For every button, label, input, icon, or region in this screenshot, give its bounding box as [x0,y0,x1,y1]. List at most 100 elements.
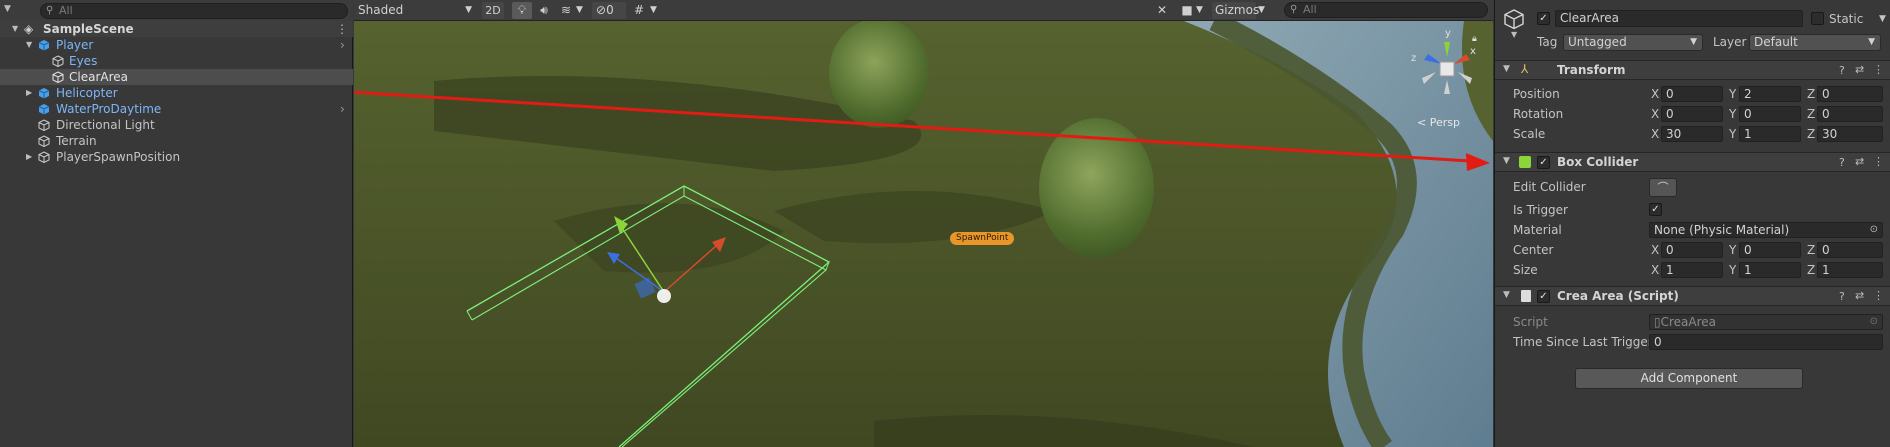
icon-dropdown-arrow-icon[interactable]: ▼ [1511,30,1517,39]
scene-row[interactable]: ▼ ◈ SampleScene ⋮ [0,21,353,37]
preset-icon[interactable]: ⇄ [1855,289,1864,302]
effects-dropdown-arrow-icon[interactable]: ▼ [576,2,588,19]
hierarchy-item-directional-light[interactable]: Directional Light [0,117,353,133]
add-component-button[interactable]: Add Component [1575,368,1803,389]
center-x-field[interactable]: 0 [1661,242,1723,258]
script-enabled-checkbox[interactable]: ✓ [1537,290,1550,303]
hidden-objects-toggle[interactable]: ⊘0 [592,2,626,19]
time-since-last-trigger-field[interactable]: 0 [1649,334,1883,350]
camera-dropdown-arrow-icon[interactable]: ▼ [1196,2,1208,19]
inspector-panel: ▼ ✓ ClearArea Static ▼ Tag Untagged ▼ Lay… [1494,0,1890,447]
foldout-arrow-icon[interactable]: ▼ [1503,290,1510,300]
hierarchy-item-eyes[interactable]: Eyes [0,53,353,69]
material-field[interactable]: None (Physic Material) ⊙ [1649,222,1883,238]
position-y-field[interactable]: 2 [1739,86,1801,102]
chevron-right-icon[interactable]: › [340,37,345,53]
help-icon[interactable]: ? [1839,156,1845,169]
scale-label: Scale [1513,127,1546,141]
rotation-y-field[interactable]: 0 [1739,106,1801,122]
center-z-field[interactable]: 0 [1817,242,1883,258]
edit-collider-button[interactable]: ⌒ [1649,178,1677,197]
gizmos-button[interactable]: Gizmos [1212,2,1259,19]
foldout-arrow-icon[interactable]: ▼ [1503,156,1510,166]
is-trigger-checkbox[interactable]: ✓ [1649,203,1662,216]
script-file-icon [1521,290,1531,302]
box-collider-gizmo[interactable] [354,0,1493,447]
scale-y-field[interactable]: 1 [1739,126,1801,142]
gameobject-cube-icon [52,55,64,67]
layer-dropdown[interactable]: Default ▼ [1749,34,1881,51]
gizmos-dropdown-arrow-icon[interactable]: ▼ [1258,2,1270,19]
scene-menu-icon[interactable]: ⋮ [336,21,348,37]
transform-header[interactable]: ▼ ⅄ Transform ? ⇄ ⋮ [1495,60,1890,80]
expand-arrow-icon[interactable]: ▼ [26,37,32,53]
audio-toggle-icon[interactable]: 🔊︎ [534,2,554,19]
static-checkbox[interactable] [1811,12,1824,25]
help-icon[interactable]: ? [1839,290,1845,303]
rotation-z-field[interactable]: 0 [1817,106,1883,122]
crea-area-script-header[interactable]: ▼ ✓ Crea Area (Script) ? ⇄ ⋮ [1495,286,1890,306]
shading-mode-dropdown[interactable]: Shaded ▼ [358,2,476,19]
hierarchy-item-cleararea[interactable]: ClearArea [0,69,353,85]
axis-z-label: Z [1807,127,1816,141]
scene-name: SampleScene [43,22,134,36]
chevron-right-icon[interactable]: › [340,101,345,117]
search-icon: ⚲ [46,5,54,16]
hierarchy-item-player[interactable]: ▼ Player › [0,37,353,53]
object-name-field[interactable]: ClearArea [1555,10,1803,27]
create-menu-icon[interactable]: ▼ [4,4,11,14]
hierarchy-item-playerspawnposition[interactable]: ▶ PlayerSpawnPosition [0,149,353,165]
scale-z-field[interactable]: 30 [1817,126,1883,142]
scale-x-field[interactable]: 30 [1661,126,1723,142]
hierarchy-item-waterprodaytime[interactable]: WaterProDaytime › [0,101,353,117]
hierarchy-item-label: ClearArea [69,70,128,84]
tag-dropdown[interactable]: Untagged ▼ [1563,34,1703,51]
collapse-arrow-icon[interactable]: ▶ [26,149,32,165]
help-icon[interactable]: ? [1839,64,1845,77]
axis-z-label: Z [1807,107,1816,121]
lighting-toggle-icon[interactable]: 💡︎ [512,2,532,19]
tools-icon[interactable]: ✕ [1152,2,1172,19]
size-z-field[interactable]: 1 [1817,262,1883,278]
layer-label: Layer [1713,35,1747,49]
hierarchy-item-helicopter[interactable]: ▶ Helicopter [0,85,353,101]
grid-dropdown-arrow-icon[interactable]: ▼ [650,2,662,19]
size-x-field[interactable]: 1 [1661,262,1723,278]
rotation-x-field[interactable]: 0 [1661,106,1723,122]
scene-search-input[interactable]: ⚲ All [1284,2,1488,18]
preset-icon[interactable]: ⇄ [1855,63,1864,76]
position-z-field[interactable]: 0 [1817,86,1883,102]
static-label: Static [1829,12,1864,26]
2d-toggle-button[interactable]: 2D [482,2,504,19]
box-collider-enabled-checkbox[interactable]: ✓ [1537,156,1550,169]
center-y-field[interactable]: 0 [1739,242,1801,258]
object-picker-icon[interactable]: ⊙ [1870,223,1878,237]
size-y-field[interactable]: 1 [1739,262,1801,278]
persp-toggle[interactable]: < Persp [1417,116,1460,129]
position-x-field[interactable]: 0 [1661,86,1723,102]
axis-y-label: y [1445,28,1451,39]
script-file-icon: ▯ [1654,315,1661,329]
foldout-arrow-icon[interactable]: ▼ [1503,64,1510,74]
lock-icon[interactable]: 🔒︎ [1472,34,1477,44]
hierarchy-item-label: WaterProDaytime [56,102,162,116]
collapse-arrow-icon[interactable]: ▶ [26,85,32,101]
hierarchy-item-terrain[interactable]: Terrain [0,133,353,149]
camera-icon[interactable]: ■ [1178,2,1196,19]
grid-icon[interactable]: # [630,2,648,19]
expand-arrow-icon[interactable]: ▼ [12,21,18,37]
spawnpoint-label[interactable]: SpawnPoint [950,232,1015,245]
component-menu-icon[interactable]: ⋮ [1873,155,1884,168]
static-dropdown-arrow-icon[interactable]: ▼ [1879,14,1886,24]
time-since-last-trigger-label: Time Since Last Trigger [1513,335,1653,349]
prefab-cube-icon [38,88,50,99]
component-menu-icon[interactable]: ⋮ [1873,63,1884,76]
scene-view[interactable]: SpawnPoint y x z 🔒︎ < Persp Shaded ▼ 2D … [354,0,1493,447]
component-menu-icon[interactable]: ⋮ [1873,289,1884,302]
active-checkbox[interactable]: ✓ [1537,12,1550,25]
box-collider-header[interactable]: ▼ ✓ Box Collider ? ⇄ ⋮ [1495,152,1890,172]
hierarchy-search-input[interactable]: ⚲ All [40,3,348,19]
effects-icon[interactable]: ≋ [556,2,576,19]
preset-icon[interactable]: ⇄ [1855,155,1864,168]
axis-z-label: z [1411,53,1417,64]
